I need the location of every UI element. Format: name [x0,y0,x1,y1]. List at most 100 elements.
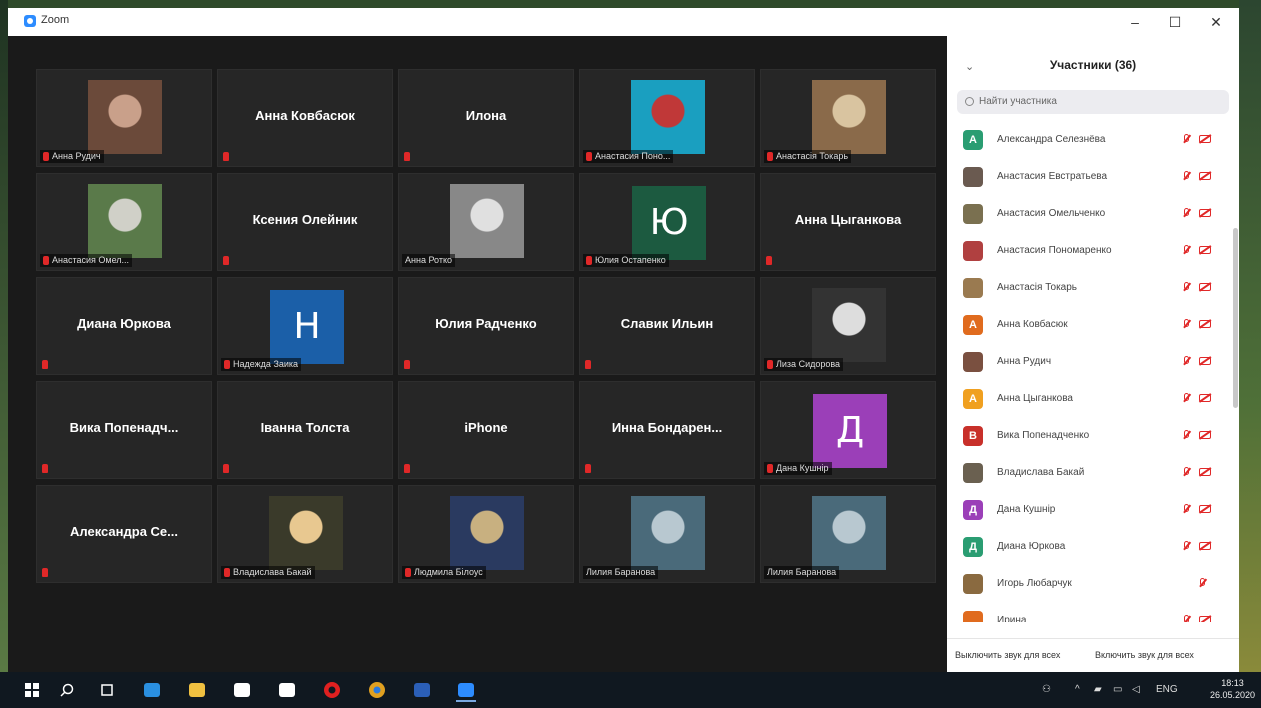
participant-row[interactable]: Анастасія Токарь [947,270,1229,307]
chrome-icon[interactable] [367,680,387,700]
windows-icon[interactable] [22,680,42,700]
muted-mic-icon[interactable] [1183,208,1190,219]
video-tile[interactable]: Илона [398,69,574,167]
network-icon[interactable]: ▰ [1094,684,1102,695]
video-off-icon[interactable] [1199,468,1211,476]
video-tile[interactable]: Анна Цыганкова [760,173,936,271]
video-tile[interactable]: Диана Юркова [36,277,212,375]
participant-search-input[interactable]: Найти участника [957,90,1229,114]
muted-mic-icon[interactable] [1199,578,1206,589]
search-icon[interactable] [57,680,77,700]
participant-row[interactable]: Д Диана Юркова [947,529,1229,566]
muted-mic-icon [404,360,410,369]
video-tile[interactable]: Славик Ильин [579,277,755,375]
participant-row[interactable]: Анастасия Омельченко [947,196,1229,233]
video-tile[interactable]: Анастасия Омел... [36,173,212,271]
participant-name: Вика Попенадченко [997,430,1090,441]
video-tile[interactable]: Инна Бондарен... [579,381,755,479]
video-tile[interactable]: Владислава Бакай [217,485,393,583]
word-icon[interactable] [412,680,432,700]
video-tile[interactable]: Н Надежда Заика [217,277,393,375]
tray-chevron-icon[interactable]: ^ [1075,684,1080,695]
video-off-icon[interactable] [1199,246,1211,254]
store-icon[interactable] [232,680,252,700]
video-tile[interactable]: Лилия Баранова [760,485,936,583]
task-view-icon[interactable] [97,680,117,700]
language-indicator[interactable]: ENG [1156,684,1178,695]
participant-row[interactable]: Владислава Бакай [947,455,1229,492]
participant-row[interactable]: А Анна Цыганкова [947,381,1229,418]
opera-icon[interactable] [322,680,342,700]
video-tile[interactable]: Анастасия Поно... [579,69,755,167]
battery-icon[interactable]: ▭ [1113,684,1122,695]
muted-mic-icon[interactable] [1183,430,1190,441]
volume-icon[interactable]: ◁ [1132,684,1140,695]
clock[interactable]: 18:13 26.05.2020 [1210,677,1255,701]
video-tile[interactable]: Іванна Толста [217,381,393,479]
video-tile[interactable]: Юлия Радченко [398,277,574,375]
video-off-icon[interactable] [1199,505,1211,513]
edge-icon[interactable] [142,680,162,700]
maximize-button[interactable]: ☐ [1160,11,1190,33]
video-off-icon[interactable] [1199,616,1211,622]
close-button[interactable]: ✕ [1201,11,1231,33]
participant-row[interactable]: А Александра Селезнёва [947,122,1229,159]
muted-mic-icon[interactable] [1183,282,1190,293]
video-off-icon[interactable] [1199,320,1211,328]
video-tile[interactable]: Ю Юлия Остапенко [579,173,755,271]
video-off-icon[interactable] [1199,542,1211,550]
video-off-icon[interactable] [1199,209,1211,217]
participant-avatar: Д [963,500,983,520]
participant-row[interactable]: Анастасия Пономаренко [947,233,1229,270]
muted-mic-icon[interactable] [1183,171,1190,182]
video-off-icon[interactable] [1199,172,1211,180]
video-tile[interactable]: Лилия Баранова [579,485,755,583]
minimize-button[interactable]: – [1120,11,1150,33]
video-off-icon[interactable] [1199,394,1211,402]
muted-mic-icon[interactable] [1183,504,1190,515]
muted-mic-icon[interactable] [1183,541,1190,552]
video-off-icon[interactable] [1199,357,1211,365]
participant-row[interactable]: Анна Рудич [947,344,1229,381]
muted-mic-icon[interactable] [1183,393,1190,404]
tile-name: Іванна Толста [260,420,350,435]
video-tile[interactable]: Анна Ротко [398,173,574,271]
muted-mic-icon[interactable] [1183,467,1190,478]
tile-name: Илона [465,108,507,123]
explorer-icon[interactable] [187,680,207,700]
participant-row[interactable]: А Анна Ковбасюк [947,307,1229,344]
participant-row[interactable]: Ирина [947,603,1229,622]
video-tile[interactable]: Вика Попенадч... [36,381,212,479]
muted-mic-icon[interactable] [1183,245,1190,256]
video-tile[interactable]: Анна Ковбасюк [217,69,393,167]
participant-row[interactable]: Анастасия Евстратьева [947,159,1229,196]
video-tile[interactable]: Д Дана Кушнір [760,381,936,479]
participants-title: Участники (36) [1049,58,1137,72]
participant-row[interactable]: В Вика Попенадченко [947,418,1229,455]
people-icon[interactable]: ⚇ [1042,684,1051,695]
unmute-all-button[interactable]: Включить звук для всех [1095,650,1194,660]
video-tile[interactable]: Лиза Сидорова [760,277,936,375]
zoom-logo-icon [24,15,36,27]
video-off-icon[interactable] [1199,283,1211,291]
video-tile[interactable]: iPhone [398,381,574,479]
tile-label: Анна Ротко [402,254,456,267]
video-off-icon[interactable] [1199,135,1211,143]
video-off-icon[interactable] [1199,431,1211,439]
video-tile[interactable]: Анна Рудич [36,69,212,167]
muted-mic-icon[interactable] [1183,319,1190,330]
muted-mic-icon[interactable] [1183,134,1190,145]
video-tile[interactable]: Людмила Білоус [398,485,574,583]
file-icon[interactable] [277,680,297,700]
video-tile[interactable]: Александра Се... [36,485,212,583]
mute-all-button[interactable]: Выключить звук для всех [955,650,1060,660]
video-tile[interactable]: Ксения Олейник [217,173,393,271]
participant-avatar [963,352,983,372]
video-tile[interactable]: Анастасія Токарь [760,69,936,167]
participant-list-scrollbar[interactable] [1233,228,1238,408]
participant-row[interactable]: Игорь Любарчук [947,566,1229,603]
participant-row[interactable]: Д Дана Кушнір [947,492,1229,529]
zoom-icon[interactable] [456,680,476,702]
muted-mic-icon[interactable] [1183,356,1190,367]
muted-mic-icon[interactable] [1183,615,1190,622]
